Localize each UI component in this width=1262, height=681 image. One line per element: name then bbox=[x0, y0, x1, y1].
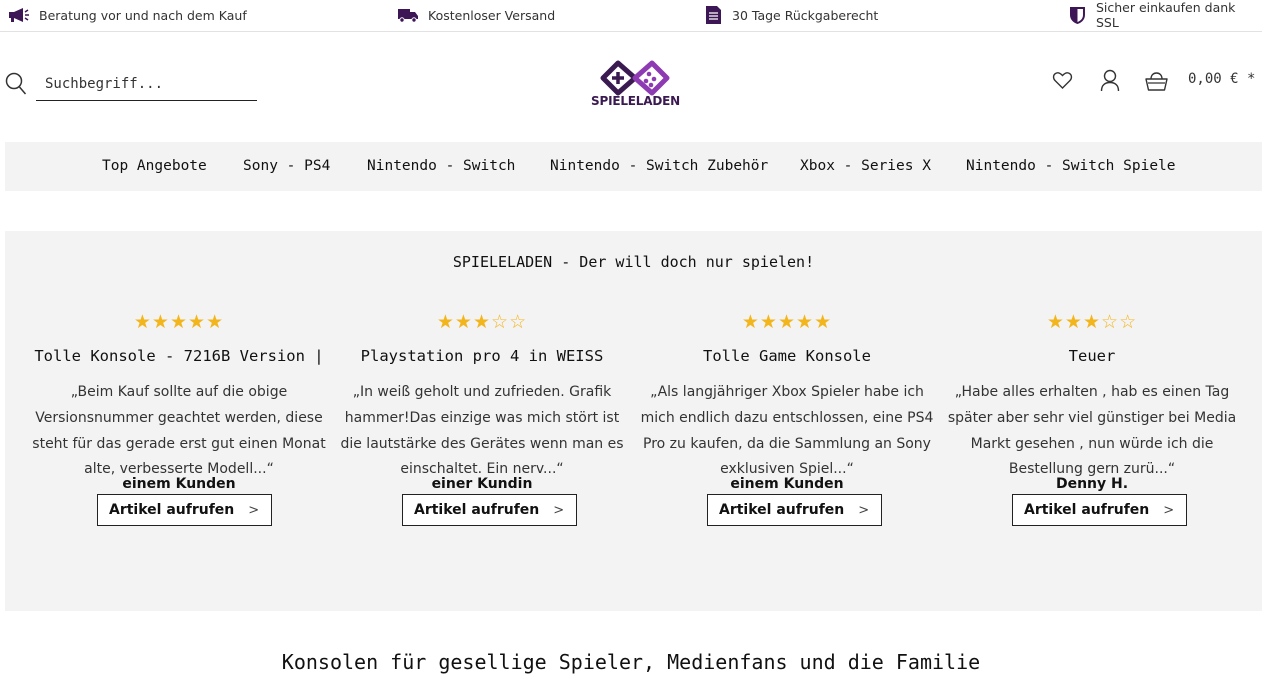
nav-item-xbox-series-x[interactable]: Xbox - Series X bbox=[800, 158, 931, 174]
usp-label: 30 Tage Rückgaberecht bbox=[732, 7, 879, 23]
review-title: Tolle Game Konsole bbox=[703, 347, 871, 365]
button-label: Artikel aufrufen bbox=[414, 502, 540, 518]
star-empty-icon: ☆ bbox=[1119, 311, 1138, 333]
document-icon bbox=[706, 6, 721, 24]
usp-item: Sicher einkaufen dank SSL bbox=[1068, 0, 1262, 30]
view-article-button[interactable]: Artikel aufrufen > bbox=[97, 494, 273, 526]
star-filled-icon: ★ bbox=[759, 311, 778, 333]
basket-icon[interactable] bbox=[1145, 72, 1168, 92]
usp-label: Sicher einkaufen dank SSL bbox=[1095, 0, 1236, 30]
view-article-button[interactable]: Artikel aufrufen > bbox=[707, 494, 883, 526]
star-filled-icon: ★ bbox=[472, 311, 492, 333]
shield-icon bbox=[1069, 7, 1085, 24]
usp-label: Beratung vor und nach dem Kauf bbox=[39, 7, 247, 23]
reviews-section: SPIELELADEN - Der will doch nur spielen!… bbox=[5, 231, 1262, 611]
star-rating: ★★★★★ bbox=[29, 311, 329, 333]
review-author: Denny H. bbox=[1055, 476, 1129, 492]
star-filled-icon: ★ bbox=[796, 311, 815, 333]
nav-item-sony-ps4[interactable]: Sony - PS4 bbox=[243, 158, 330, 174]
chevron-right-icon: > bbox=[858, 502, 870, 518]
star-rating: ★★★★★ bbox=[637, 311, 937, 333]
review-text: „Als langjähriger Xbox Spieler habe ich … bbox=[640, 384, 934, 478]
section-heading: Konsolen für gesellige Spieler, Medienfa… bbox=[281, 650, 981, 674]
chevron-right-icon: > bbox=[248, 502, 260, 518]
usp-bar: Beratung vor und nach dem Kauf Kostenlos… bbox=[0, 0, 1262, 32]
star-filled-icon: ★ bbox=[151, 311, 170, 333]
star-filled-icon: ★ bbox=[1064, 311, 1083, 333]
review-author: einem Kunden bbox=[730, 476, 844, 492]
view-article-button[interactable]: Artikel aufrufen > bbox=[1012, 494, 1188, 526]
star-filled-icon: ★ bbox=[188, 311, 207, 333]
star-filled-icon: ★ bbox=[1082, 311, 1102, 333]
star-filled-icon: ★ bbox=[133, 311, 152, 333]
review-title: Playstation pro 4 in WEISS bbox=[360, 347, 604, 365]
usp-item: Kostenloser Versand bbox=[397, 5, 555, 25]
main-nav: Top Angebote Sony - PS4 Nintendo - Switc… bbox=[5, 142, 1262, 191]
review-title: Teuer bbox=[1068, 347, 1116, 365]
nav-item-nintendo-switch[interactable]: Nintendo - Switch bbox=[367, 158, 515, 174]
star-filled-icon: ★ bbox=[436, 311, 455, 333]
search-icon[interactable] bbox=[5, 72, 27, 96]
truck-icon bbox=[398, 9, 418, 23]
megaphone-icon bbox=[9, 8, 29, 22]
star-filled-icon: ★ bbox=[1046, 311, 1065, 333]
cart-total[interactable]: 0,00 € * bbox=[1188, 71, 1255, 87]
review-text: „Habe alles erhalten , hab es einen Tag … bbox=[947, 384, 1237, 478]
button-label: Artikel aufrufen bbox=[109, 502, 235, 518]
gamepad-logo-icon bbox=[600, 60, 670, 96]
search-input[interactable] bbox=[36, 68, 257, 101]
star-filled-icon: ★ bbox=[741, 311, 760, 333]
star-filled-icon: ★ bbox=[169, 311, 189, 333]
logo-text: SPIELELADEN bbox=[591, 94, 680, 108]
star-filled-icon: ★ bbox=[454, 311, 473, 333]
review-text: „In weiß geholt und zufrieden. Grafik ha… bbox=[340, 384, 624, 478]
star-empty-icon: ☆ bbox=[1101, 311, 1120, 333]
star-empty-icon: ☆ bbox=[491, 311, 510, 333]
button-label: Artikel aufrufen bbox=[1024, 502, 1150, 518]
star-filled-icon: ★ bbox=[777, 311, 797, 333]
star-empty-icon: ☆ bbox=[509, 311, 528, 333]
logo[interactable]: SPIELELADEN bbox=[588, 60, 683, 112]
usp-label: Kostenloser Versand bbox=[428, 7, 556, 23]
star-rating: ★★★☆☆ bbox=[332, 311, 632, 333]
account-icon[interactable] bbox=[1100, 69, 1120, 92]
nav-item-top-angebote[interactable]: Top Angebote bbox=[102, 158, 207, 174]
review-title: Tolle Konsole - 7216B Version | bbox=[34, 347, 324, 365]
usp-item: Beratung vor und nach dem Kauf bbox=[8, 5, 247, 25]
usp-item: 30 Tage Rückgaberecht bbox=[704, 5, 878, 25]
star-filled-icon: ★ bbox=[206, 311, 225, 333]
star-filled-icon: ★ bbox=[814, 311, 833, 333]
chevron-right-icon: > bbox=[1163, 502, 1175, 518]
button-label: Artikel aufrufen bbox=[719, 502, 845, 518]
review-text: „Beim Kauf sollte auf die obige Versions… bbox=[32, 384, 326, 478]
review-author: einem Kunden bbox=[122, 476, 236, 492]
nav-item-nintendo-switch-spiele[interactable]: Nintendo - Switch Spiele bbox=[966, 158, 1176, 174]
view-article-button[interactable]: Artikel aufrufen > bbox=[402, 494, 578, 526]
nav-item-nintendo-switch-zubehoer[interactable]: Nintendo - Switch Zubehör bbox=[550, 158, 768, 174]
heart-icon[interactable] bbox=[1052, 71, 1073, 90]
review-author: einer Kundin bbox=[431, 476, 533, 492]
chevron-right-icon: > bbox=[553, 502, 565, 518]
reviews-title: SPIELELADEN - Der will doch nur spielen! bbox=[452, 253, 815, 271]
star-rating: ★★★☆☆ bbox=[942, 311, 1242, 333]
